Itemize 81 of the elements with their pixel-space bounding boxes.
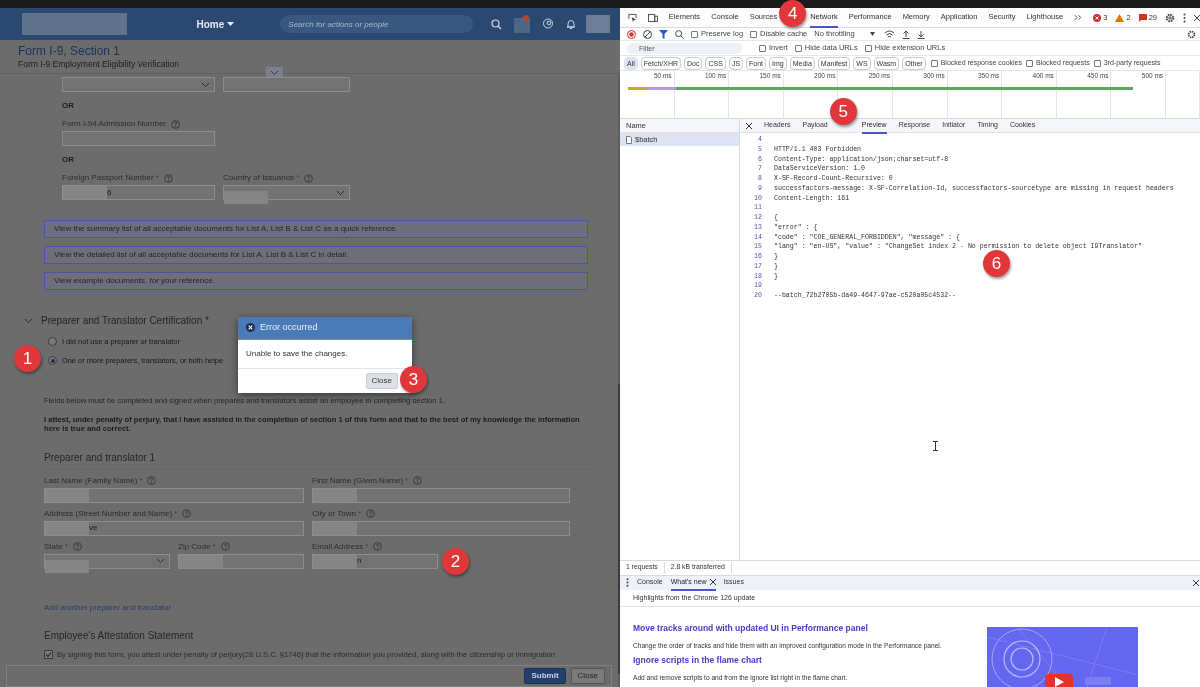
more-tabs-icon[interactable] bbox=[1074, 14, 1083, 21]
notification-tile-icon[interactable] bbox=[513, 15, 530, 33]
wifi-settings-icon[interactable] bbox=[883, 29, 895, 39]
home-menu[interactable]: Home bbox=[196, 16, 235, 32]
required-mark: * bbox=[64, 541, 68, 552]
dialog-title: Error occurred bbox=[260, 321, 318, 334]
input-field[interactable]: 6 bbox=[62, 185, 215, 200]
more-options-icon[interactable] bbox=[1183, 12, 1186, 23]
dropdown-field[interactable] bbox=[62, 77, 215, 92]
checkbox[interactable] bbox=[864, 44, 872, 52]
input-field[interactable] bbox=[312, 487, 570, 503]
checkbox[interactable] bbox=[1093, 59, 1101, 67]
collapse-button[interactable] bbox=[24, 317, 33, 324]
radio-button[interactable] bbox=[48, 356, 57, 366]
close-icon[interactable] bbox=[746, 122, 752, 129]
input-field[interactable]: ve bbox=[44, 520, 304, 536]
section-heading: Preparer and Translator Certification * bbox=[41, 314, 209, 328]
input-field[interactable] bbox=[223, 77, 350, 92]
required-mark: * bbox=[357, 508, 361, 519]
or-separator: OR bbox=[62, 154, 75, 166]
download-icon[interactable] bbox=[916, 29, 925, 39]
chevron-down-icon bbox=[24, 317, 33, 324]
filter-icon[interactable] bbox=[659, 29, 668, 39]
close-button[interactable]: Close bbox=[365, 372, 398, 389]
form-subtitle: Form I-9 Employment Eligibility Verification bbox=[18, 58, 181, 70]
clear-icon[interactable] bbox=[643, 29, 652, 39]
required-mark: * bbox=[139, 475, 143, 486]
subsection-heading: Preparer and translator 1 bbox=[44, 449, 592, 470]
caret-icon bbox=[867, 31, 877, 37]
search-field[interactable]: Search for actions or people bbox=[280, 15, 473, 33]
input-field[interactable] bbox=[44, 487, 304, 503]
close-icon[interactable] bbox=[1193, 579, 1199, 586]
checkbox[interactable] bbox=[750, 30, 758, 38]
chevron-down-icon bbox=[156, 558, 165, 565]
required-mark: * bbox=[155, 173, 159, 183]
article-link[interactable]: Ignore scripts in the flame chart bbox=[633, 654, 762, 666]
settings-icon[interactable] bbox=[1187, 29, 1196, 39]
required-mark: * bbox=[174, 508, 178, 519]
warning-icon bbox=[1115, 13, 1125, 22]
input-field[interactable] bbox=[312, 520, 570, 536]
required-mark: * bbox=[296, 173, 300, 183]
dialog-message: Unable to save the changes. bbox=[238, 339, 412, 369]
article-link[interactable]: Move tracks around with updated UI in Performance panel bbox=[633, 623, 868, 634]
input-field[interactable]: n bbox=[312, 553, 438, 569]
error-icon bbox=[1093, 13, 1102, 22]
device-toolbar-icon[interactable] bbox=[648, 12, 658, 23]
close-button[interactable]: Close bbox=[570, 668, 605, 684]
checkbox[interactable] bbox=[44, 649, 53, 659]
search-icon[interactable] bbox=[675, 29, 684, 39]
error-icon bbox=[246, 323, 255, 333]
inspect-icon[interactable] bbox=[628, 12, 637, 23]
caret-icon bbox=[227, 21, 235, 27]
submit-button[interactable]: Submit bbox=[524, 668, 566, 684]
checkbox[interactable] bbox=[691, 30, 698, 38]
record-icon[interactable] bbox=[627, 29, 636, 39]
upload-icon[interactable] bbox=[901, 29, 910, 39]
checkbox[interactable] bbox=[930, 59, 938, 67]
document-icon bbox=[626, 135, 632, 144]
checkbox[interactable] bbox=[794, 44, 802, 52]
issue-icon bbox=[1138, 13, 1147, 22]
input-field[interactable] bbox=[62, 131, 215, 146]
radio-button[interactable] bbox=[48, 337, 57, 347]
required-mark: * bbox=[405, 475, 409, 486]
chevron-down-icon bbox=[336, 189, 345, 196]
text-cursor-icon bbox=[933, 440, 938, 451]
close-icon[interactable] bbox=[1194, 13, 1200, 22]
form-title: Form I-9, Section 1 bbox=[18, 44, 122, 58]
input-field[interactable] bbox=[178, 553, 304, 569]
bell-icon[interactable] bbox=[565, 18, 576, 30]
checkbox[interactable] bbox=[759, 44, 766, 52]
or-separator: OR bbox=[62, 100, 75, 112]
checkbox[interactable] bbox=[1026, 59, 1033, 67]
settings-icon[interactable] bbox=[1165, 12, 1175, 23]
section-heading: Employee's Attestation Statement bbox=[44, 628, 195, 643]
required-mark: * bbox=[365, 541, 369, 552]
more-options-icon[interactable] bbox=[626, 578, 629, 587]
avatar bbox=[585, 15, 610, 33]
required-mark: * bbox=[212, 541, 216, 552]
close-icon[interactable] bbox=[709, 578, 716, 585]
chevron-down-icon bbox=[201, 81, 210, 88]
search-icon[interactable] bbox=[490, 18, 502, 30]
